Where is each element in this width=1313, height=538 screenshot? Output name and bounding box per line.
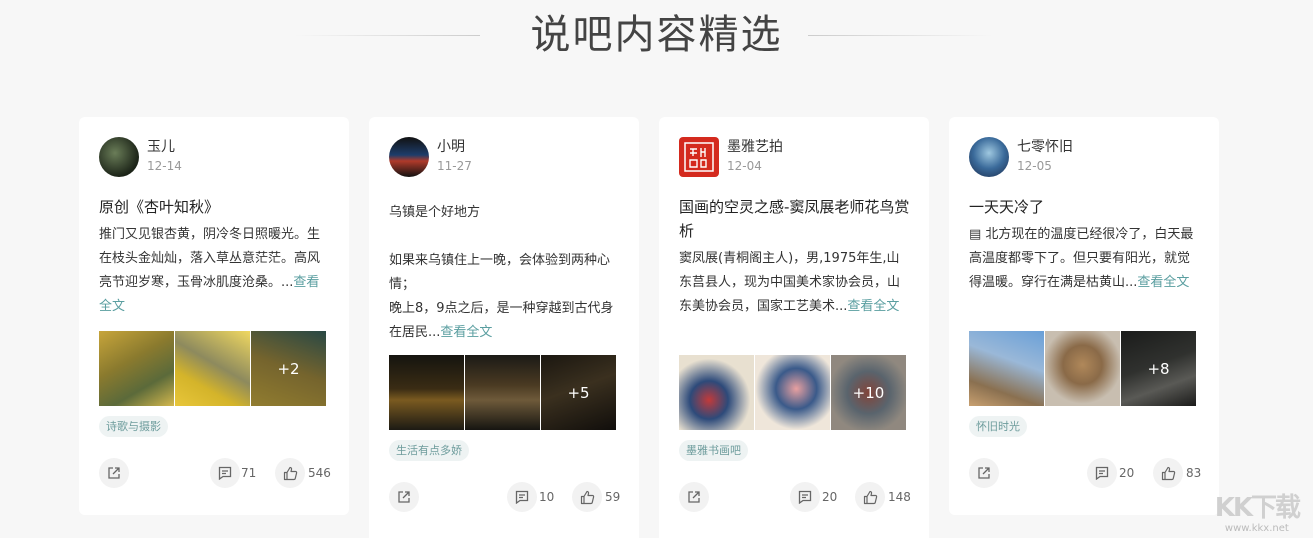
thumbnail-image[interactable]: +2 (251, 331, 326, 406)
comment-icon (798, 490, 812, 504)
post-excerpt: 推门又见银杏黄，阴冷冬日照暖光。生在枝头金灿灿，落入草丛意茫茫。高风亮节迎岁寒，… (99, 223, 331, 319)
comment-button[interactable] (507, 482, 537, 512)
comment-icon (1095, 466, 1109, 480)
like-button[interactable] (572, 482, 602, 512)
post-date: 12-14 (147, 159, 182, 173)
author-name[interactable]: 七零怀旧 (1017, 137, 1073, 157)
title-divider-left (295, 35, 480, 36)
card-actions: 20 148 (679, 482, 911, 512)
like-count: 83 (1186, 466, 1202, 480)
thumbnail-image[interactable] (1045, 331, 1120, 406)
read-more-link[interactable]: 查看全文 (847, 299, 899, 314)
watermark-url: www.kkx.net (1224, 523, 1289, 534)
post-title[interactable]: 一天天冷了 (969, 195, 1201, 219)
image-strip[interactable]: +5 (389, 355, 617, 430)
avatar[interactable] (969, 137, 1009, 177)
author-name[interactable]: 墨雅艺拍 (727, 137, 783, 157)
more-images-count[interactable]: +10 (831, 355, 906, 430)
read-more-link[interactable]: 查看全文 (1137, 275, 1189, 290)
topic-tag[interactable]: 墨雅书画吧 (679, 440, 748, 461)
section-header: 说吧内容精选 (0, 8, 1313, 62)
share-button[interactable] (389, 482, 419, 512)
post-card[interactable]: 七零怀旧 12-05 一天天冷了 ▤ 北方现在的温度已经很冷了，白天最高温度都零… (949, 117, 1219, 515)
thumbnail-image[interactable]: +5 (541, 355, 616, 430)
thumbs-up-icon (580, 490, 594, 504)
comment-count: 71 (241, 466, 257, 480)
author-name[interactable]: 玉儿 (147, 137, 175, 157)
thumbnail-image[interactable] (755, 355, 830, 430)
post-excerpt: ▤ 北方现在的温度已经很冷了，白天最高温度都零下了。但只要有阳光，就觉得温暖。穿… (969, 223, 1201, 295)
more-images-count[interactable]: +2 (251, 331, 326, 406)
thumbnail-image[interactable] (679, 355, 754, 430)
post-date: 11-27 (437, 159, 472, 173)
comment-count: 20 (1119, 466, 1135, 480)
comment-button[interactable] (790, 482, 820, 512)
thumbnail-image[interactable] (175, 331, 250, 406)
topic-tag[interactable]: 生活有点多娇 (389, 440, 469, 461)
avatar[interactable] (679, 137, 719, 177)
like-count: 59 (605, 490, 621, 504)
section-title: 说吧内容精选 (530, 12, 783, 58)
comment-icon (515, 490, 529, 504)
thumbs-up-icon (863, 490, 877, 504)
image-strip[interactable]: +10 (679, 355, 907, 430)
post-excerpt: 窦凤展(青桐阁主人)，男,1975年生,山东莒县人，现为中国美术家协会员，山东美… (679, 247, 911, 319)
thumbnail-image[interactable] (389, 355, 464, 430)
like-button[interactable] (855, 482, 885, 512)
like-button[interactable] (1153, 458, 1183, 488)
comment-button[interactable] (1087, 458, 1117, 488)
share-icon (108, 467, 120, 479)
more-images-count[interactable]: +5 (541, 355, 616, 430)
topic-tag[interactable]: 诗歌与摄影 (99, 416, 168, 437)
like-button[interactable] (275, 458, 305, 488)
like-count: 148 (888, 490, 911, 504)
card-actions: 10 59 (389, 482, 621, 512)
read-more-link[interactable]: 查看全文 (440, 325, 492, 340)
post-excerpt: 乌镇是个好地方 如果来乌镇住上一晚，会体验到两种心情； 晚上8，9点之后，是一种… (389, 201, 621, 345)
card-actions: 20 83 (969, 458, 1201, 488)
comment-count: 10 (539, 490, 555, 504)
author-name[interactable]: 小明 (437, 137, 465, 157)
thumbs-up-icon (283, 466, 297, 480)
watermark-logo: KK下载 (1214, 493, 1301, 523)
post-title[interactable]: 原创《杏叶知秋》 (99, 195, 331, 219)
share-button[interactable] (679, 482, 709, 512)
excerpt-text: 推门又见银杏黄，阴冷冬日照暖光。生在枝头金灿灿，落入草丛意茫茫。高风亮节迎岁寒，… (99, 227, 321, 290)
avatar[interactable] (99, 137, 139, 177)
topic-tag[interactable]: 怀旧时光 (969, 416, 1027, 437)
thumbnail-image[interactable] (99, 331, 174, 406)
image-strip[interactable]: +8 (969, 331, 1197, 406)
share-button[interactable] (969, 458, 999, 488)
thumbnail-image[interactable]: +10 (831, 355, 906, 430)
avatar[interactable] (389, 137, 429, 177)
share-icon (688, 491, 700, 503)
title-divider-right (808, 35, 993, 36)
thumbnail-image[interactable] (465, 355, 540, 430)
share-icon (398, 491, 410, 503)
comment-icon (218, 466, 232, 480)
share-icon (978, 467, 990, 479)
post-card[interactable]: 小明 11-27 乌镇是个好地方 如果来乌镇住上一晚，会体验到两种心情； 晚上8… (369, 117, 639, 538)
comment-button[interactable] (210, 458, 240, 488)
comment-count: 20 (822, 490, 838, 504)
thumbs-up-icon (1161, 466, 1175, 480)
share-button[interactable] (99, 458, 129, 488)
image-strip[interactable]: +2 (99, 331, 327, 406)
excerpt-text: 乌镇是个好地方 如果来乌镇住上一晚，会体验到两种心情； 晚上8，9点之后，是一种… (389, 205, 614, 340)
like-count: 546 (308, 466, 331, 480)
post-title[interactable]: 国画的空灵之感-窦凤展老师花鸟赏析 (679, 195, 911, 243)
post-date: 12-04 (727, 159, 762, 173)
site-watermark: KK下载 www.kkx.net (1214, 493, 1301, 534)
post-card[interactable]: 墨雅艺拍 12-04 国画的空灵之感-窦凤展老师花鸟赏析 窦凤展(青桐阁主人)，… (659, 117, 929, 538)
post-date: 12-05 (1017, 159, 1052, 173)
seal-logo-icon (684, 142, 714, 172)
card-actions: 71 546 (99, 458, 331, 488)
post-card[interactable]: 玉儿 12-14 原创《杏叶知秋》 推门又见银杏黄，阴冷冬日照暖光。生在枝头金灿… (79, 117, 349, 515)
thumbnail-image[interactable]: +8 (1121, 331, 1196, 406)
thumbnail-image[interactable] (969, 331, 1044, 406)
more-images-count[interactable]: +8 (1121, 331, 1196, 406)
